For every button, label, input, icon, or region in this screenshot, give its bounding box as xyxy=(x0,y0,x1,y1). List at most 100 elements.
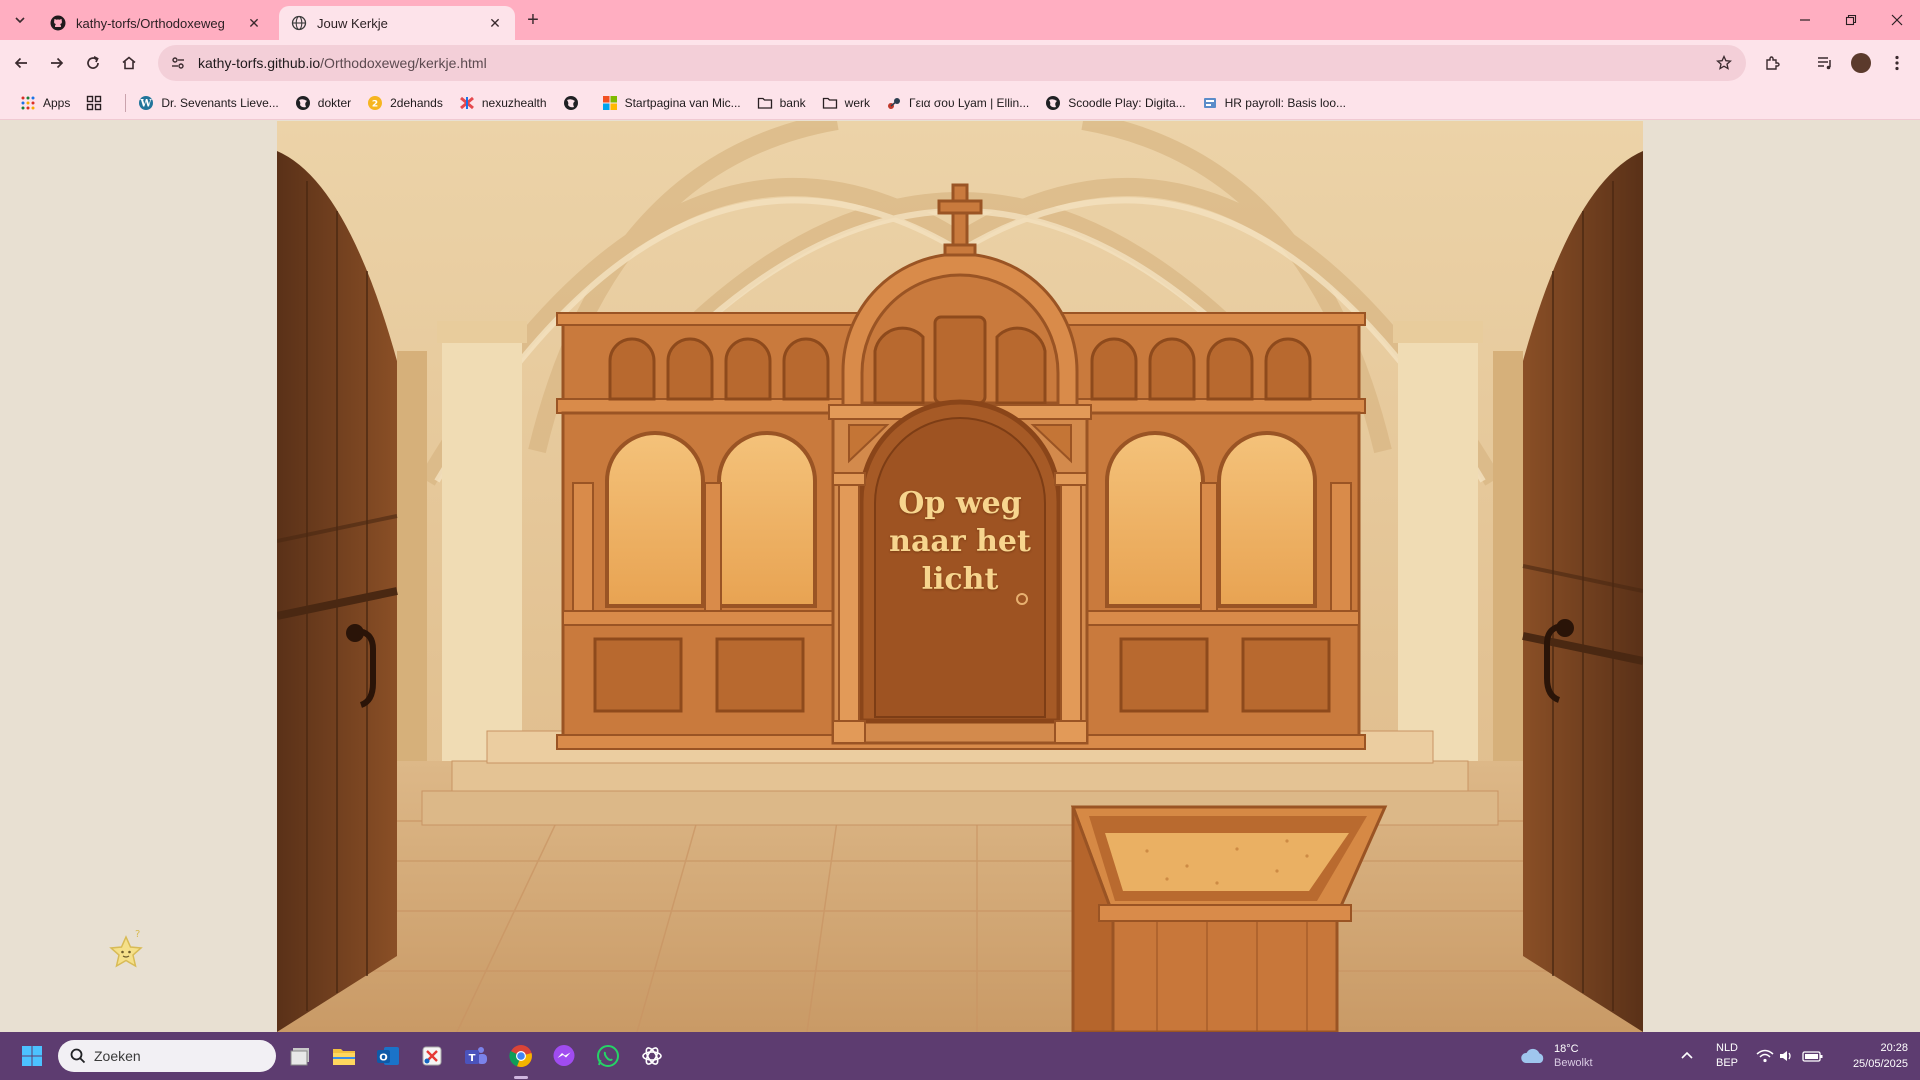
forward-button[interactable] xyxy=(42,48,72,78)
taskbar-outlook[interactable]: O xyxy=(372,1040,404,1072)
chrome-menu-button[interactable] xyxy=(1882,48,1912,78)
bookmark-label: dokter xyxy=(317,95,352,110)
svg-text:O: O xyxy=(379,1053,388,1064)
taskbar-clock[interactable]: 20:28 25/05/2025 xyxy=(1853,1040,1908,1072)
taskbar-snipping-tool[interactable] xyxy=(416,1040,448,1072)
close-icon[interactable]: ✕ xyxy=(487,15,503,32)
bookmark-site-icon xyxy=(888,97,900,109)
bookmark-dr-sevenants[interactable]: W Dr. Sevenants Lieve... xyxy=(132,90,284,116)
restore-button[interactable] xyxy=(1828,0,1874,40)
bookmark-label: 2dehands xyxy=(390,95,443,110)
url-path: /Orthodoxeweg/kerkje.html xyxy=(320,55,487,71)
close-icon[interactable]: ✕ xyxy=(246,15,262,32)
address-bar[interactable]: kathy-torfs.github.io/Orthodoxeweg/kerkj… xyxy=(158,45,1746,81)
globe-icon xyxy=(563,95,578,110)
tab-jouw-kerkje[interactable]: Jouw Kerkje ✕ xyxy=(279,6,515,40)
star-helper-icon[interactable]: ? xyxy=(104,927,148,975)
taskbar-whatsapp[interactable] xyxy=(592,1040,624,1072)
clock-time: 20:28 xyxy=(1880,1042,1908,1054)
url-text[interactable]: kathy-torfs.github.io/Orthodoxeweg/kerkj… xyxy=(198,55,487,71)
chevron-down-icon xyxy=(15,17,25,24)
chrome-icon xyxy=(509,1045,532,1068)
taskbar-chrome[interactable] xyxy=(505,1040,537,1072)
bookmark-lyam[interactable]: Γεια σου Lyam | Ellin... xyxy=(880,90,1035,116)
browser-toolbar: kathy-torfs.github.io/Orthodoxeweg/kerkj… xyxy=(0,40,1920,86)
bookmark-2dehands[interactable]: 2 2dehands xyxy=(361,90,449,116)
door-title-line: Op weg xyxy=(898,486,1022,521)
tab-search-button[interactable] xyxy=(8,8,32,32)
bookmark-folder-werk[interactable]: werk xyxy=(816,90,876,116)
nexuzhealth-icon xyxy=(459,96,474,109)
bookmark-startpagina[interactable]: Startpagina van Mic... xyxy=(596,90,747,116)
chevron-up-icon xyxy=(1681,1051,1693,1059)
reload-button[interactable] xyxy=(78,48,108,78)
lang-code: NLD xyxy=(1716,1042,1739,1054)
bookmark-label: Γεια σου Lyam | Ellin... xyxy=(909,95,1030,110)
globe-icon xyxy=(295,95,310,110)
cloud-icon xyxy=(1521,1048,1544,1063)
keyboard-layout: BEP xyxy=(1716,1057,1739,1069)
star-icon xyxy=(1716,55,1732,70)
new-tab-button[interactable]: + xyxy=(520,8,546,34)
show-hidden-icons-button[interactable] xyxy=(1680,1032,1694,1080)
bookmark-hr-payroll[interactable]: HR payroll: Basis loo... xyxy=(1196,90,1352,116)
quick-settings[interactable] xyxy=(1756,1032,1824,1080)
taskbar-search[interactable]: Zoeken xyxy=(58,1040,276,1072)
taskbar-teams[interactable]: T xyxy=(460,1040,492,1072)
door-title-line: licht xyxy=(921,562,999,597)
svg-text:T: T xyxy=(469,1053,476,1064)
minimize-icon xyxy=(1800,19,1810,21)
teams-icon: T xyxy=(465,1047,487,1064)
github-icon xyxy=(50,15,66,31)
home-button[interactable] xyxy=(114,48,144,78)
search-icon xyxy=(70,1048,86,1064)
site-settings-icon xyxy=(172,57,184,69)
tab-github[interactable]: kathy-torfs/Orthodoxeweg ✕ xyxy=(38,6,274,40)
bookmark-apps[interactable]: Apps xyxy=(14,90,76,116)
puzzle-icon xyxy=(1766,56,1780,70)
taskbar-file-explorer[interactable] xyxy=(328,1040,360,1072)
candle-sand-box xyxy=(1070,805,1388,1032)
tab-title: kathy-torfs/Orthodoxeweg xyxy=(76,15,225,31)
extensions-button[interactable] xyxy=(1758,48,1788,78)
bookmark-label: Startpagina van Mic... xyxy=(624,95,741,110)
svg-text:?: ? xyxy=(135,929,140,940)
windows-taskbar: Zoeken O T 18°C Bewolkt NLD BEP 20:28 25… xyxy=(0,1032,1920,1080)
profile-button[interactable] xyxy=(1846,48,1876,78)
task-view-button[interactable] xyxy=(285,1040,317,1072)
bookmark-dokter[interactable]: dokter xyxy=(289,90,357,116)
2dehands-icon: 2 xyxy=(368,95,383,110)
taskbar-chatgpt[interactable] xyxy=(636,1040,668,1072)
bookmark-label: nexuzhealth xyxy=(481,95,547,110)
globe-icon xyxy=(291,15,307,31)
site-info-button[interactable] xyxy=(164,49,192,77)
folder-icon xyxy=(333,1049,355,1065)
close-window-button[interactable] xyxy=(1874,0,1920,40)
outlook-icon: O xyxy=(377,1047,399,1065)
wifi-icon xyxy=(1756,1049,1774,1063)
taskbar-messenger[interactable] xyxy=(548,1040,580,1072)
bookmark-folder-bank[interactable]: bank xyxy=(751,90,812,116)
payroll-icon xyxy=(1203,97,1216,108)
bookmark-site[interactable] xyxy=(557,90,592,116)
more-vertical-icon xyxy=(1895,55,1899,71)
input-language[interactable]: NLD BEP xyxy=(1716,1032,1738,1080)
url-host: kathy-torfs.github.io xyxy=(198,55,321,71)
bookmark-star-button[interactable] xyxy=(1712,51,1736,75)
clock-date: 25/05/2025 xyxy=(1852,1058,1908,1070)
bookmark-label: HR payroll: Basis loo... xyxy=(1224,95,1347,110)
minimize-button[interactable] xyxy=(1782,0,1828,40)
bookmark-nexuzhealth[interactable]: nexuzhealth xyxy=(453,90,553,116)
bookmark-tab-groups[interactable] xyxy=(80,90,115,116)
church-scene: Op weg naar het licht xyxy=(277,121,1643,1032)
folder-icon xyxy=(822,97,837,109)
bookmark-scoodle[interactable]: Scoodle Play: Digita... xyxy=(1039,90,1191,116)
media-control-button[interactable] xyxy=(1810,48,1840,78)
back-button[interactable] xyxy=(6,48,36,78)
weather-widget[interactable]: 18°C Bewolkt xyxy=(1520,1040,1593,1072)
bookmark-label: Dr. Sevenants Lieve... xyxy=(161,95,279,110)
door-title[interactable]: Op weg naar het licht xyxy=(880,485,1040,599)
weather-temp: 18°C xyxy=(1554,1043,1579,1055)
close-icon xyxy=(1891,14,1903,26)
start-button[interactable] xyxy=(16,1040,48,1072)
